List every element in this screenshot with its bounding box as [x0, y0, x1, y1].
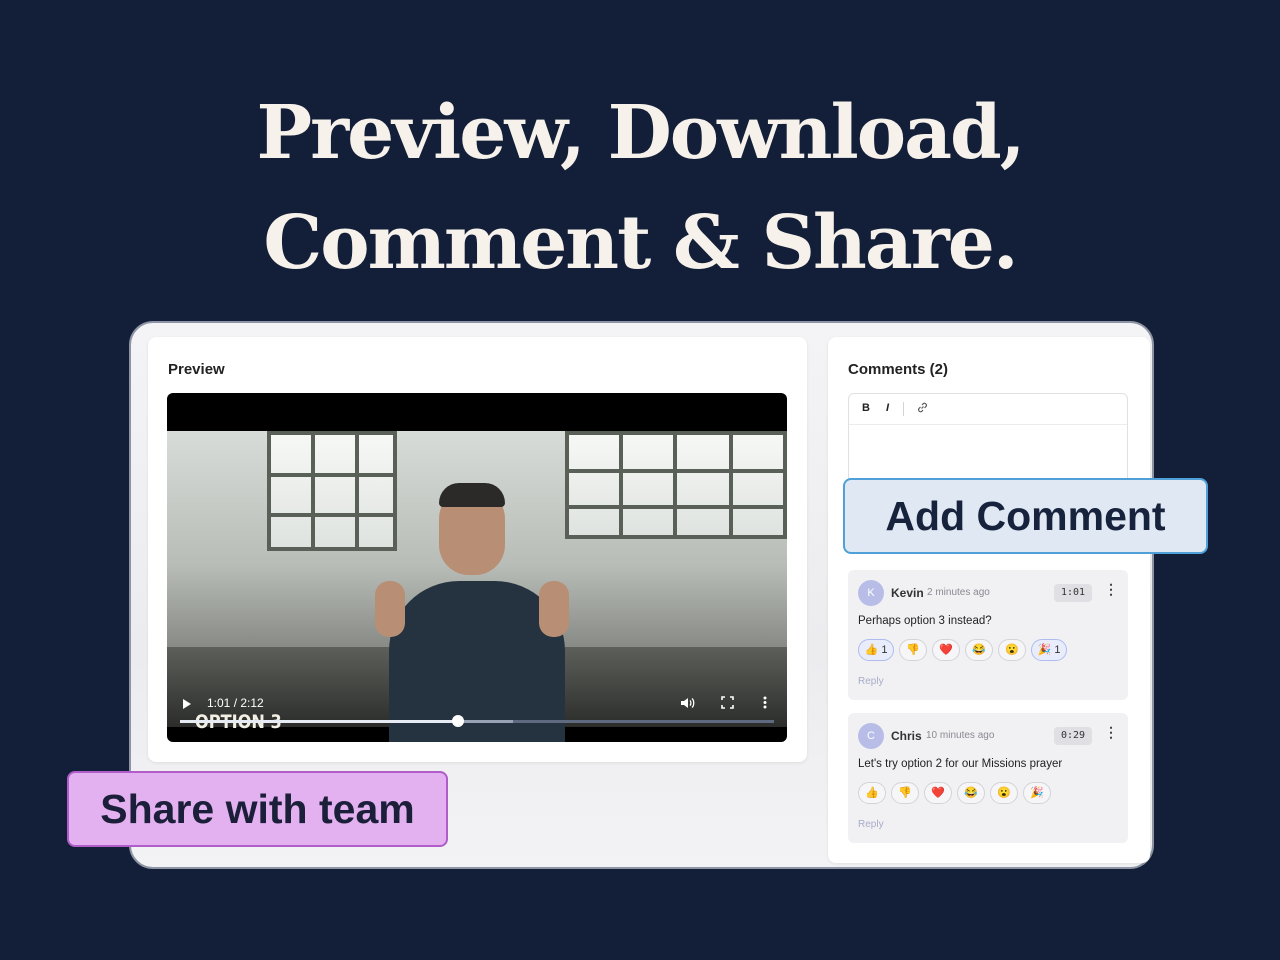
reaction-surprised[interactable]: 😮: [998, 639, 1026, 661]
editor-toolbar: B I: [849, 394, 1127, 425]
video-controls: 1:01 / 2:12: [167, 689, 787, 742]
heart-icon: ❤️: [939, 644, 953, 656]
video-time: 1:01 / 2:12: [207, 696, 264, 710]
reaction-thumbs-down[interactable]: 👎: [891, 782, 919, 804]
progress-played: [180, 720, 458, 723]
presenter-hand-right: [539, 581, 569, 637]
window-right: [565, 431, 787, 539]
reaction-party[interactable]: 🎉: [1023, 782, 1051, 804]
reaction-thumbs-up[interactable]: 👍: [858, 782, 886, 804]
comment-text: Let's try option 2 for our Missions pray…: [858, 758, 1063, 770]
presenter-hair: [439, 483, 505, 507]
fullscreen-icon[interactable]: [721, 696, 734, 712]
reply-link[interactable]: Reply: [858, 819, 884, 830]
toolbar-divider: [903, 402, 904, 416]
reaction-laugh[interactable]: 😂: [965, 639, 993, 661]
comment-author: Kevin: [891, 586, 924, 600]
surprised-icon: 😮: [1005, 644, 1019, 656]
share-with-team-button[interactable]: Share with team: [67, 771, 448, 847]
comment-menu-icon[interactable]: ⋮: [1104, 581, 1118, 598]
thumbs-down-icon: 👎: [906, 644, 920, 656]
headline-line-2: Comment & Share.: [263, 200, 1018, 286]
window-left: [267, 431, 397, 551]
headline: Preview, Download, Comment & Share.: [0, 78, 1280, 298]
laugh-icon: 😂: [972, 644, 986, 656]
party-icon: 🎉: [1030, 787, 1044, 799]
surprised-icon: 😮: [997, 787, 1011, 799]
reaction-heart[interactable]: ❤️: [924, 782, 952, 804]
comment-menu-icon[interactable]: ⋮: [1104, 724, 1118, 741]
play-icon[interactable]: [183, 699, 191, 709]
reaction-heart[interactable]: ❤️: [932, 639, 960, 661]
video-frame: OPTION 3: [167, 431, 787, 742]
avatar: C: [858, 723, 884, 749]
comment-author: Chris: [891, 729, 922, 743]
presenter-hand-left: [375, 581, 405, 637]
progress-thumb[interactable]: [451, 715, 464, 727]
reaction-party[interactable]: 🎉 1: [1031, 639, 1067, 661]
thumbs-up-icon: 👍: [865, 787, 879, 799]
heart-icon: ❤️: [931, 787, 945, 799]
reaction-laugh[interactable]: 😂: [957, 782, 985, 804]
reply-link[interactable]: Reply: [858, 676, 884, 687]
link-icon[interactable]: [916, 401, 929, 417]
add-comment-button[interactable]: Add Comment: [843, 478, 1208, 554]
comments-title: Comments (2): [848, 361, 949, 378]
reaction-thumbs-down[interactable]: 👎: [899, 639, 927, 661]
reaction-count: 1: [881, 644, 888, 656]
volume-icon[interactable]: [680, 696, 695, 713]
avatar: K: [858, 580, 884, 606]
comment-time: 10 minutes ago: [926, 730, 995, 741]
reaction-surprised[interactable]: 😮: [990, 782, 1018, 804]
progress-bar[interactable]: [180, 715, 774, 727]
bold-button[interactable]: B: [862, 402, 870, 414]
more-options-icon[interactable]: [763, 696, 767, 712]
comment-item: K Kevin 2 minutes ago 1:01 ⋮ Perhaps opt…: [848, 570, 1128, 700]
thumbs-up-icon: 👍: [864, 644, 879, 656]
headline-line-1: Preview, Download,: [256, 90, 1025, 176]
comment-text: Perhaps option 3 instead?: [858, 615, 992, 627]
italic-button[interactable]: I: [886, 402, 889, 414]
video-player[interactable]: OPTION 3 1:01 / 2:12: [167, 393, 787, 742]
party-icon: 🎉: [1037, 644, 1052, 656]
thumbs-down-icon: 👎: [898, 787, 912, 799]
comment-time: 2 minutes ago: [927, 587, 990, 598]
preview-title: Preview: [168, 361, 225, 378]
timestamp-badge[interactable]: 0:29: [1054, 727, 1092, 745]
reaction-count: 1: [1054, 644, 1061, 656]
comment-item: C Chris 10 minutes ago 0:29 ⋮ Let's try …: [848, 713, 1128, 843]
reaction-thumbs-up[interactable]: 👍 1: [858, 639, 894, 661]
laugh-icon: 😂: [964, 787, 978, 799]
timestamp-badge[interactable]: 1:01: [1054, 584, 1092, 602]
